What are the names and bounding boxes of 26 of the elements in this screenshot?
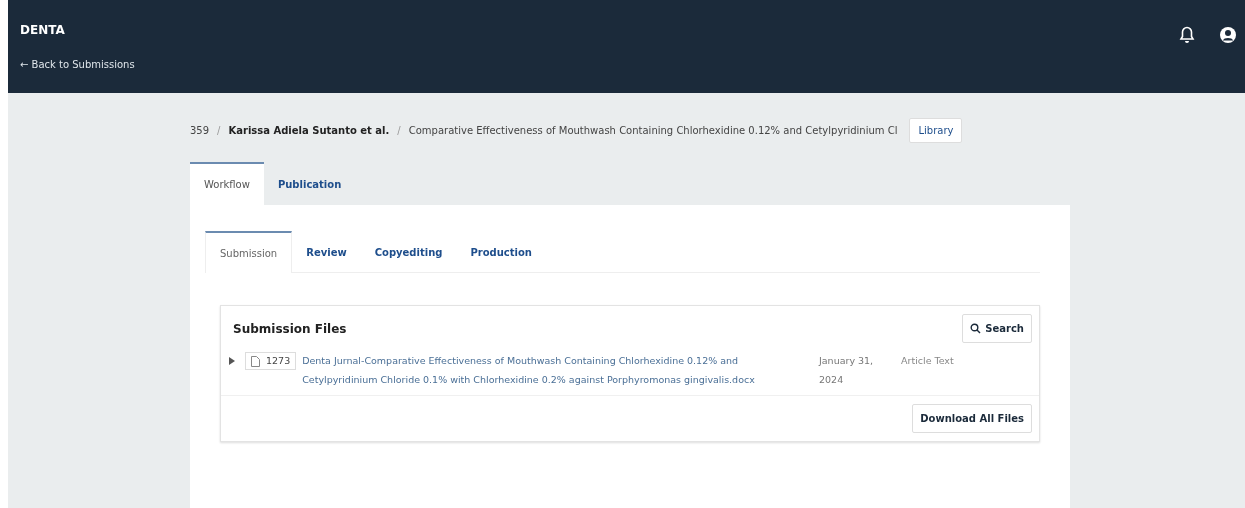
tab[interactable]: Publication <box>263 162 356 205</box>
file-type: Article Text <box>901 354 954 368</box>
file-icon <box>251 355 260 367</box>
back-link[interactable]: ← Back to Submissions <box>20 59 135 70</box>
download-all-button[interactable]: Download All Files <box>912 404 1032 433</box>
library-button[interactable]: Library <box>909 117 963 143</box>
card-title: Submission Files <box>233 321 347 336</box>
tab[interactable]: Workflow <box>190 162 264 205</box>
user-icon[interactable] <box>1219 26 1237 44</box>
search-button[interactable]: Search <box>962 314 1032 343</box>
file-id: 1273 <box>266 354 291 368</box>
search-icon <box>970 323 982 334</box>
submission-id: 359 <box>190 124 210 136</box>
author-names: Karissa Adiela Sutanto et al. <box>228 124 390 136</box>
stage-tab[interactable]: Submission <box>205 231 293 273</box>
bell-icon[interactable] <box>1179 26 1195 44</box>
stage-tab[interactable]: Copyediting <box>360 231 457 272</box>
expand-icon[interactable] <box>229 357 235 365</box>
breadcrumb-separator: / <box>217 124 221 136</box>
file-link[interactable]: Denta Jurnal-Comparative Effectiveness of Mouthwash Containing Chlorhexidine 0.12% and Cetylpyridinium Chloride 0.1% with Chlorhexidine 0.2% against Porphyromonas gingivalis.docx <box>302 351 785 389</box>
stage-tab[interactable]: Review <box>292 231 361 272</box>
site-title: DENTA <box>20 23 66 37</box>
stage-tab[interactable]: Production <box>456 231 546 272</box>
file-date: January 31, 2024 <box>819 354 875 387</box>
submission-title: Comparative Effectiveness of Mouthwash Containing Chlorhexidine 0.12% and Cetylpyridinium Cl <box>408 124 898 136</box>
breadcrumb-separator: / <box>397 124 401 136</box>
